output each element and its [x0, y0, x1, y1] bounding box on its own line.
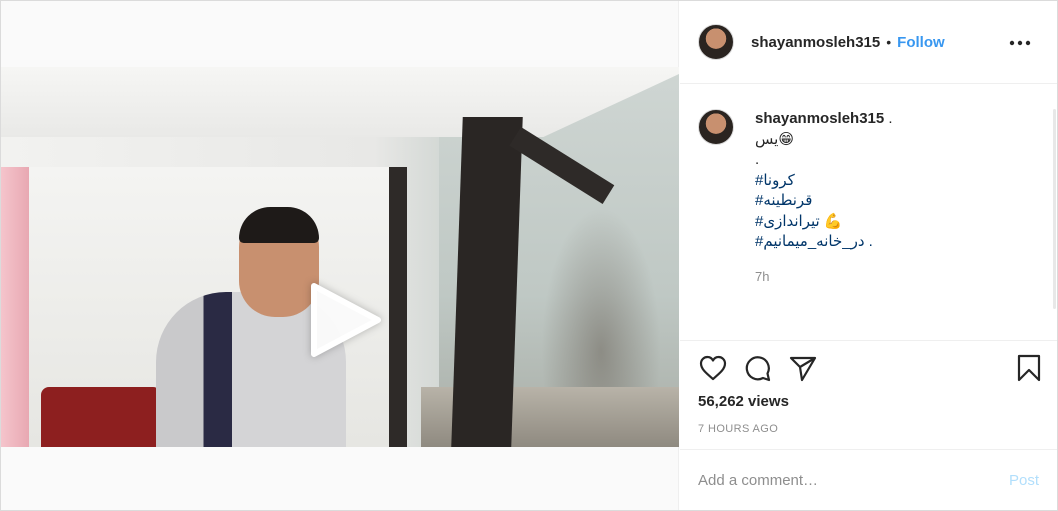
post-header: shayanmosleh315 • Follow [680, 1, 1057, 84]
share-icon[interactable] [788, 353, 818, 383]
play-icon[interactable] [308, 282, 382, 358]
caption: shayanmosleh315 . یس😁 . #کرونا #قرنطینه … [698, 109, 893, 287]
video-frame-post [451, 117, 523, 447]
caption-body: shayanmosleh315 . یس😁 . #کرونا #قرنطینه … [755, 109, 893, 287]
video-frame-cushion [41, 387, 161, 447]
separator-dot: • [886, 34, 892, 50]
hashtag-shooting[interactable]: #تیراندازی 💪 [755, 212, 893, 233]
view-count[interactable]: 56,262 views [698, 393, 789, 410]
video-frame-curtain [1, 167, 29, 447]
follow-button[interactable]: Follow [897, 34, 945, 51]
media-area [1, 1, 679, 510]
comment-icon[interactable] [742, 353, 772, 383]
comments-scrollbar[interactable] [1053, 109, 1056, 309]
comments-section[interactable]: shayanmosleh315 . یس😁 . #کرونا #قرنطینه … [680, 85, 1057, 341]
video-player[interactable] [1, 67, 679, 447]
caption-avatar[interactable] [698, 109, 734, 145]
hashtag-quarantine[interactable]: #قرنطینه [755, 191, 893, 212]
caption-username[interactable]: shayanmosleh315 [755, 110, 884, 127]
video-frame-beam [389, 167, 407, 447]
post-timestamp[interactable]: 7 HOURS AGO [698, 423, 778, 435]
comment-form: Post [680, 449, 1057, 510]
heart-icon[interactable] [698, 353, 728, 383]
caption-line-2: . [755, 151, 760, 168]
hashtag-stay-home[interactable]: #در_خانه_میمانیم . [755, 232, 893, 253]
comment-input[interactable] [698, 471, 1009, 489]
hashtag-corona[interactable]: #کرونا [755, 171, 893, 192]
caption-line-1: یس😁 [755, 130, 794, 148]
caption-time[interactable]: 7h [755, 267, 893, 288]
author-username[interactable]: shayanmosleh315 [751, 34, 880, 51]
caption-trailing: . [884, 110, 893, 127]
post-sidebar: shayanmosleh315 • Follow shayanmosleh315… [680, 1, 1057, 510]
avatar[interactable] [698, 24, 734, 60]
bookmark-icon[interactable] [1014, 353, 1044, 383]
action-bar [680, 353, 1057, 387]
post-container: shayanmosleh315 • Follow shayanmosleh315… [0, 0, 1058, 511]
more-options-icon[interactable] [1009, 33, 1031, 53]
post-comment-button[interactable]: Post [1009, 472, 1039, 489]
